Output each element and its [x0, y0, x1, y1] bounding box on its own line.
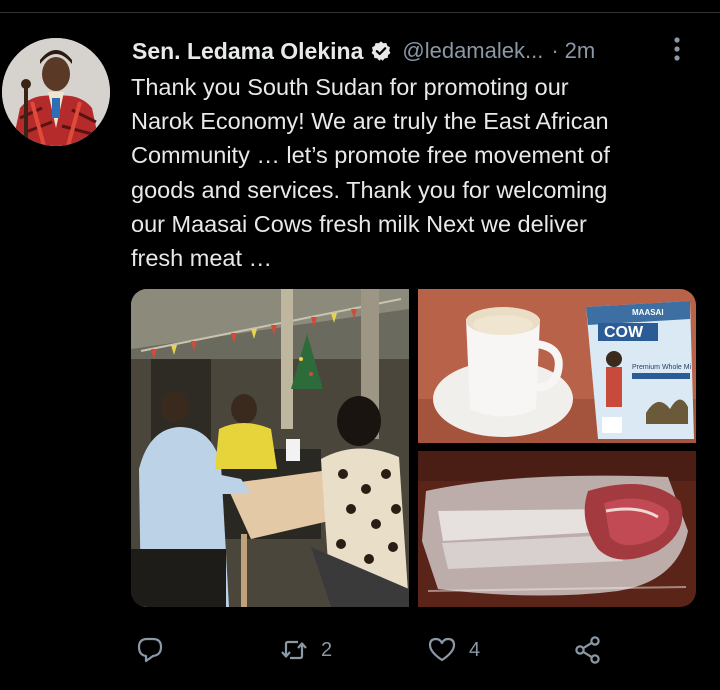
photo-restaurant[interactable]: [131, 289, 409, 607]
display-name[interactable]: Sen. Ledama Olekina: [132, 38, 363, 65]
photo-milk-tea[interactable]: COW MAASAI Premium Whole Mi: [418, 289, 696, 443]
share-icon: [573, 635, 603, 665]
reply-button[interactable]: [135, 632, 177, 668]
media-grid: COW MAASAI Premium Whole Mi: [131, 289, 696, 607]
like-button[interactable]: 4: [427, 632, 480, 668]
action-bar: 2 4: [131, 632, 691, 668]
share-button[interactable]: [573, 632, 603, 668]
avatar[interactable]: [2, 38, 110, 146]
retweet-button[interactable]: 2: [279, 632, 332, 668]
photo-meat[interactable]: [418, 451, 696, 607]
handle[interactable]: @ledamalek...: [402, 38, 543, 64]
like-count: 4: [469, 638, 481, 661]
top-divider: [0, 12, 720, 13]
reply-icon: [135, 635, 165, 665]
separator-dot: ·: [551, 38, 559, 63]
retweet-count: 2: [321, 638, 333, 661]
timestamp[interactable]: 2m: [565, 38, 596, 64]
milk-pack-subtitle: Premium Whole Mi: [632, 364, 692, 371]
heart-icon: [427, 635, 457, 665]
milk-pack-brand: COW: [604, 324, 644, 341]
milk-pack-top: MAASAI: [632, 308, 664, 317]
retweet-icon: [279, 635, 309, 665]
verified-badge-icon: [370, 40, 392, 62]
tweet-text: Thank you South Sudan for promoting our …: [131, 74, 610, 272]
more-vertical-icon[interactable]: [670, 36, 684, 64]
tweet-header: Sen. Ledama Olekina @ledamalek... · 2m: [132, 36, 692, 66]
avatar-image: [2, 38, 110, 146]
